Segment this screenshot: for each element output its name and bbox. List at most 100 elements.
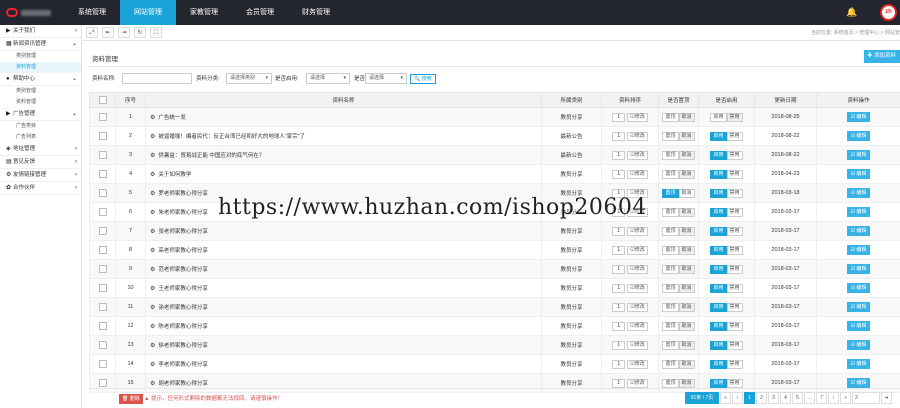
row-name[interactable]: 关于如何教学 xyxy=(158,172,191,178)
edit-button[interactable]: ☑ 编辑 xyxy=(846,169,871,179)
row-name[interactable]: 罗老师家教心得分享 xyxy=(158,191,208,197)
enable-button[interactable]: 启用 xyxy=(710,112,727,122)
go-button[interactable]: ➜ xyxy=(881,392,892,404)
cancel-top-button[interactable]: 取消 xyxy=(678,359,695,369)
nav-tab-5[interactable]: 财务管理 xyxy=(288,0,344,25)
cancel-top-button[interactable]: 取消 xyxy=(678,245,695,255)
modify-sort-button[interactable]: ☑修改 xyxy=(627,359,648,369)
sidebar-item[interactable]: 类别管理 xyxy=(0,51,81,62)
category-select[interactable]: 请选择类别 ▾ xyxy=(226,73,272,84)
row-checkbox[interactable] xyxy=(98,379,107,387)
next-tab-icon[interactable]: ⇥ xyxy=(118,27,130,38)
enable-select[interactable]: 请选择 ▾ xyxy=(306,73,350,84)
edit-button[interactable]: ☑ 编辑 xyxy=(846,359,871,369)
disable-button[interactable]: 禁用 xyxy=(726,207,743,217)
edit-button[interactable]: ☑ 编辑 xyxy=(846,207,871,217)
cancel-top-button[interactable]: 取消 xyxy=(678,340,695,350)
search-name-input[interactable] xyxy=(122,73,192,84)
row-checkbox[interactable] xyxy=(98,170,107,178)
add-item-button[interactable]: ✚ 添加资料 xyxy=(864,50,900,63)
prev-tab-icon[interactable]: ⇤ xyxy=(102,27,114,38)
sidebar-group[interactable]: ⚙ 友情链接管理 › xyxy=(0,169,81,182)
page-jump-input[interactable]: 2 xyxy=(852,392,880,404)
modify-sort-button[interactable]: ☑修改 xyxy=(627,321,648,331)
modify-sort-button[interactable]: ☑修改 xyxy=(627,207,648,217)
row-checkbox[interactable] xyxy=(98,341,107,349)
sort-input[interactable]: 1 xyxy=(612,188,626,198)
sort-input[interactable]: 1 xyxy=(612,207,626,217)
nav-tab-3[interactable]: 家教管理 xyxy=(176,0,232,25)
row-name[interactable]: 徐老师家教心得分享 xyxy=(158,343,208,349)
row-checkbox[interactable] xyxy=(98,227,107,235)
edit-button[interactable]: ☑ 编辑 xyxy=(846,283,871,293)
set-top-button[interactable]: 置顶 xyxy=(662,226,679,236)
disable-button[interactable]: 禁用 xyxy=(726,264,743,274)
row-checkbox[interactable] xyxy=(98,113,107,121)
avatar[interactable]: zh xyxy=(880,4,897,21)
sort-input[interactable]: 1 xyxy=(612,245,626,255)
page-button[interactable]: 3 xyxy=(768,392,779,404)
sort-input[interactable]: 1 xyxy=(612,150,626,160)
cancel-top-button[interactable]: 取消 xyxy=(678,283,695,293)
modify-sort-button[interactable]: ☑修改 xyxy=(627,302,648,312)
expand-icon[interactable]: ⤢ xyxy=(86,27,98,38)
page-button[interactable]: « xyxy=(720,392,731,404)
modify-sort-button[interactable]: ☑修改 xyxy=(627,340,648,350)
row-name[interactable]: 李老师家教心得分享 xyxy=(158,362,208,368)
bell-icon[interactable]: 🔔 xyxy=(843,4,861,21)
set-top-button[interactable]: 置顶 xyxy=(662,264,679,274)
sort-input[interactable]: 1 xyxy=(612,169,626,179)
sidebar-item[interactable]: 类别管理 xyxy=(0,86,81,97)
sort-input[interactable]: 1 xyxy=(612,321,626,331)
modify-sort-button[interactable]: ☑修改 xyxy=(627,112,648,122)
page-button[interactable]: » xyxy=(840,392,851,404)
edit-button[interactable]: ☑ 编辑 xyxy=(846,302,871,312)
row-name[interactable]: 范老师家教心得分享 xyxy=(158,267,208,273)
disable-button[interactable]: 禁用 xyxy=(726,283,743,293)
nav-tab-4[interactable]: 会员管理 xyxy=(232,0,288,25)
edit-button[interactable]: ☑ 编辑 xyxy=(846,226,871,236)
enable-button[interactable]: 启用 xyxy=(710,207,727,217)
disable-button[interactable]: 禁用 xyxy=(726,150,743,160)
set-top-button[interactable]: 置顶 xyxy=(662,283,679,293)
sidebar-group[interactable]: ✿ 合作伙伴 › xyxy=(0,182,81,195)
row-checkbox[interactable] xyxy=(98,303,107,311)
cancel-top-button[interactable]: 取消 xyxy=(678,169,695,179)
edit-button[interactable]: ☑ 编辑 xyxy=(846,321,871,331)
enable-button[interactable]: 启用 xyxy=(710,226,727,236)
modify-sort-button[interactable]: ☑修改 xyxy=(627,169,648,179)
row-checkbox[interactable] xyxy=(98,189,107,197)
row-name[interactable]: 涂老师家教心得分享 xyxy=(158,305,208,311)
row-name[interactable]: 被逼婚咖！编者民代：反正台湾已经和好大的地球人“家宗”了 xyxy=(158,134,305,140)
sidebar-item[interactable]: 广告类目 xyxy=(0,121,81,132)
page-button[interactable]: 4 xyxy=(780,392,791,404)
cancel-top-button[interactable]: 取消 xyxy=(678,321,695,331)
sidebar-group[interactable]: ▦新闻资讯管理 ⌄ xyxy=(0,38,81,51)
cancel-top-button[interactable]: 取消 xyxy=(678,112,695,122)
row-checkbox[interactable] xyxy=(98,284,107,292)
sidebar-group[interactable]: ▶ 广告管理 ⌄ xyxy=(0,108,81,121)
edit-button[interactable]: ☑ 编辑 xyxy=(846,378,871,388)
cancel-top-button[interactable]: 取消 xyxy=(678,302,695,312)
set-top-button[interactable]: 置顶 xyxy=(662,245,679,255)
row-checkbox[interactable] xyxy=(98,208,107,216)
sidebar-group[interactable]: ▶ 关于我们 › xyxy=(0,25,81,38)
enable-button[interactable]: 启用 xyxy=(710,283,727,293)
modify-sort-button[interactable]: ☑修改 xyxy=(627,150,648,160)
modify-sort-button[interactable]: ☑修改 xyxy=(627,226,648,236)
set-top-button[interactable]: 置顶 xyxy=(662,340,679,350)
row-name[interactable]: 高老师家教心得分享 xyxy=(158,248,208,254)
disable-button[interactable]: 禁用 xyxy=(726,169,743,179)
disable-button[interactable]: 禁用 xyxy=(726,340,743,350)
sort-input[interactable]: 1 xyxy=(612,226,626,236)
fullscreen-icon[interactable]: ⛶ xyxy=(150,27,162,38)
enable-button[interactable]: 启用 xyxy=(710,131,727,141)
page-button[interactable]: 7 xyxy=(816,392,827,404)
search-button[interactable]: 🔍 搜索 xyxy=(410,74,436,84)
enable-button[interactable]: 启用 xyxy=(710,302,727,312)
delete-button[interactable]: 🗑 删除 xyxy=(119,394,143,404)
select-all-checkbox[interactable] xyxy=(98,96,107,104)
page-button[interactable]: 2 xyxy=(756,392,767,404)
nav-tab-1[interactable]: 系统管理 xyxy=(64,0,120,25)
modify-sort-button[interactable]: ☑修改 xyxy=(627,188,648,198)
